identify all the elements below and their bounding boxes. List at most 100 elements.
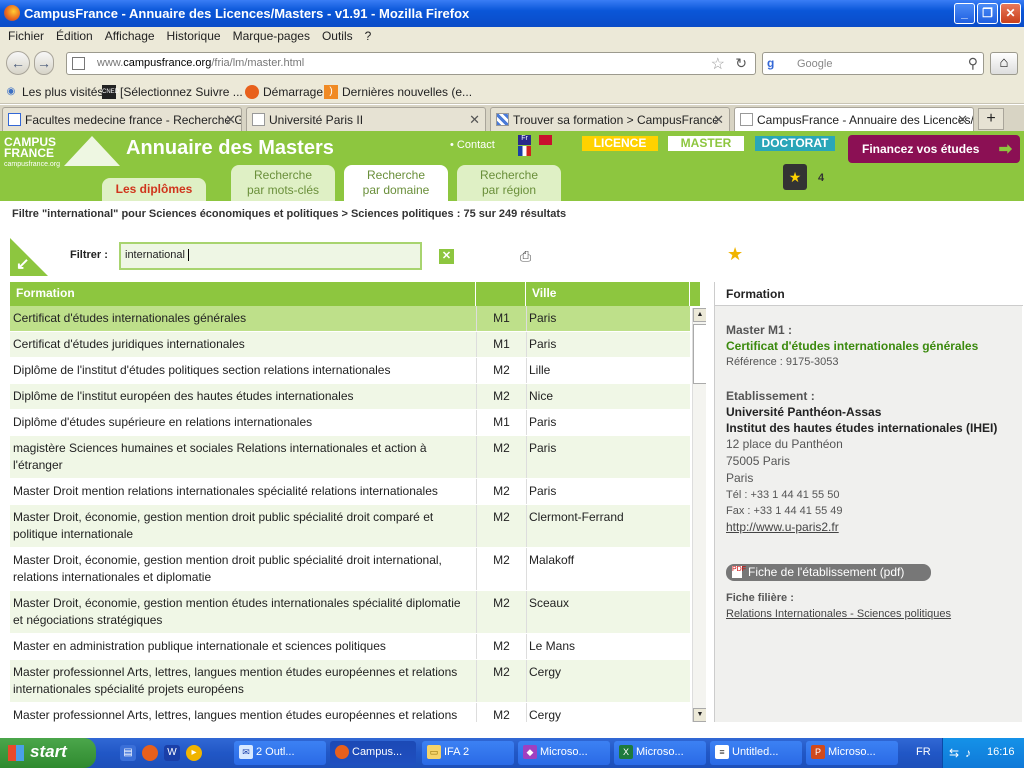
table-row[interactable]: Diplôme de l'institut d'études politique… — [10, 358, 690, 384]
header-formation[interactable]: Formation — [10, 282, 476, 306]
add-favorite-star-icon[interactable]: ★ — [727, 244, 743, 265]
tab-recherche-mots-cles[interactable]: Recherche par mots-clés — [231, 165, 335, 201]
tab-les-diplomes[interactable]: Les diplômes — [102, 178, 206, 201]
bookmark-suivre[interactable]: CNED [Sélectionnez Suivre ... — [102, 85, 243, 99]
task-campusfrance[interactable]: Campus... — [330, 741, 416, 765]
start-button[interactable]: start — [0, 738, 96, 768]
url-bar[interactable]: www.campusfrance.org/fria/lm/master.html… — [66, 52, 756, 75]
google-icon[interactable]: g — [767, 56, 783, 72]
print-icon[interactable]: ⎙ — [520, 248, 538, 264]
task-outlook[interactable]: ✉ 2 Outl... — [234, 741, 326, 765]
bookmark-dernieres-nouvelles[interactable]: ) Dernières nouvelles (e... — [324, 85, 472, 99]
cned-icon: CNED — [102, 85, 119, 99]
page-icon — [252, 113, 265, 126]
table-row[interactable]: Master professionnel Arts, lettres, lang… — [10, 660, 690, 703]
task-microsoft-1[interactable]: ◆ Microso... — [518, 741, 610, 765]
table-row[interactable]: magistère Sciences humaines et sociales … — [10, 436, 690, 479]
show-desktop-icon[interactable]: ▤ — [120, 745, 136, 761]
forward-button[interactable]: → — [34, 51, 54, 75]
menu-help[interactable]: ? — [359, 27, 378, 46]
network-icon[interactable]: ⇆ — [949, 746, 959, 760]
browser-tab-strip: Facultes medecine france - Recherche G..… — [0, 105, 1024, 132]
scroll-up-icon[interactable]: ▲ — [693, 308, 706, 322]
word-quicklaunch-icon[interactable]: W — [164, 745, 180, 761]
table-row[interactable]: Master en administration publique intern… — [10, 634, 690, 660]
detail-reference: Référence : 9175-3053 — [726, 356, 839, 368]
search-bar[interactable]: g Google ⚲ — [762, 52, 984, 75]
scroll-down-icon[interactable]: ▼ — [693, 708, 706, 722]
bookmark-demarrage[interactable]: Démarrage — [245, 85, 323, 99]
close-button[interactable]: ✕ — [1000, 3, 1021, 24]
tab-recherche-google[interactable]: Facultes medecine france - Recherche G..… — [2, 107, 242, 131]
minimize-button[interactable]: _ — [954, 3, 975, 24]
close-tab-icon[interactable]: ✕ — [225, 112, 236, 128]
task-untitled[interactable]: ≡ Untitled... — [710, 741, 802, 765]
header-niveau[interactable] — [476, 282, 526, 306]
new-tab-button[interactable]: + — [978, 108, 1004, 130]
menu-fichier[interactable]: Fichier — [2, 27, 50, 46]
media-quicklaunch-icon[interactable]: ▸ — [186, 745, 202, 761]
tab-recherche-domaine[interactable]: Recherche par domaine — [344, 165, 448, 201]
table-row[interactable]: Master Droit mention relations internati… — [10, 479, 690, 505]
table-row[interactable]: Master Droit, économie, gestion mention … — [10, 505, 690, 548]
licence-button[interactable]: LICENCE — [582, 136, 658, 151]
table-row[interactable]: Diplôme de l'institut européen des haute… — [10, 384, 690, 410]
restore-button[interactable]: ❐ — [977, 3, 998, 24]
close-tab-icon[interactable]: ✕ — [957, 112, 968, 128]
scroll-thumb[interactable] — [693, 324, 706, 384]
bookmark-most-visited[interactable]: ◉ Les plus visités — [4, 85, 104, 99]
header-ville[interactable]: Ville — [526, 282, 690, 306]
tab-universite-paris[interactable]: Université Paris II ✕ — [246, 107, 486, 131]
tab-trouver-formation[interactable]: Trouver sa formation > CampusFrance ✕ — [490, 107, 730, 131]
table-row[interactable]: Master Droit, économie, gestion mention … — [10, 591, 690, 634]
clear-filter-icon[interactable]: ✕ — [439, 249, 454, 264]
microsoft-app-icon: ◆ — [523, 745, 537, 759]
detail-etablissement-block: Etablissement : Université Panthéon-Assa… — [726, 388, 997, 535]
flag-fr-icon[interactable]: Fr — [518, 135, 531, 145]
flag-uk-icon[interactable] — [539, 135, 552, 145]
menu-historique[interactable]: Historique — [161, 27, 227, 46]
task-excel[interactable]: X Microso... — [614, 741, 706, 765]
pdf-icon: PDF — [732, 566, 746, 578]
master-button[interactable]: MASTER — [668, 136, 744, 151]
campusfrance-logo[interactable]: CAMPUS FRANCE campusfrance.org — [4, 136, 120, 170]
doctorat-button[interactable]: DOCTORAT — [755, 136, 835, 151]
volume-icon[interactable]: ♪ — [965, 746, 971, 760]
table-row[interactable]: Certificat d'études juridiques internati… — [10, 332, 690, 358]
collapse-corner-icon[interactable]: ↙ — [10, 238, 48, 276]
close-tab-icon[interactable]: ✕ — [469, 112, 480, 128]
contact-link[interactable]: • Contact — [450, 139, 495, 151]
tab-recherche-region[interactable]: Recherche par région — [457, 165, 561, 201]
back-button[interactable]: ← — [6, 51, 30, 75]
table-row[interactable]: Master professionnel Arts, lettres, lang… — [10, 703, 690, 722]
table-row[interactable]: Diplôme d'études supérieure en relations… — [10, 410, 690, 436]
table-row[interactable]: Certificat d'études internationales géné… — [10, 306, 690, 332]
menu-edition[interactable]: Édition — [50, 27, 99, 46]
table-row[interactable]: Master Droit, économie, gestion mention … — [10, 548, 690, 591]
home-button[interactable]: ⌂ — [990, 52, 1018, 75]
menu-affichage[interactable]: Affichage — [99, 27, 161, 46]
clock[interactable]: 16:16 — [987, 746, 1015, 758]
financez-button[interactable]: Financez vos études ➡ — [848, 135, 1020, 163]
detail-formation-block: Master M1 : Certificat d'études internat… — [726, 322, 978, 370]
close-tab-icon[interactable]: ✕ — [713, 112, 724, 128]
bookmark-star-icon[interactable]: ☆ — [711, 54, 725, 74]
reload-icon[interactable]: ↻ — [735, 55, 747, 72]
table-body: Certificat d'études internationales géné… — [10, 306, 690, 722]
fiche-etablissement-pdf-button[interactable]: PDF Fiche de l'établissement (pdf) — [726, 564, 931, 581]
filter-input[interactable]: international — [119, 242, 422, 270]
tab-annuaire-active[interactable]: CampusFrance - Annuaire des Licences/...… — [734, 107, 974, 132]
menu-outils[interactable]: Outils — [316, 27, 359, 46]
firefox-quicklaunch-icon[interactable] — [142, 745, 158, 761]
detail-website-link[interactable]: http://www.u-paris2.fr — [726, 519, 997, 535]
selection-cart-icon[interactable]: ★ — [783, 164, 807, 190]
task-powerpoint[interactable]: P Microso... — [806, 741, 898, 765]
detail-filiere-link[interactable]: Relations Internationales - Sciences pol… — [726, 606, 951, 622]
menu-marque-pages[interactable]: Marque-pages — [227, 27, 316, 46]
search-icon[interactable]: ⚲ — [968, 55, 978, 72]
google-favicon-icon — [8, 113, 21, 126]
language-indicator[interactable]: FR — [916, 746, 931, 758]
filter-area: ↙ Filtrer : international ✕ ⎙ ★ — [0, 232, 1024, 278]
task-ifa2[interactable]: ▭ IFA 2 — [422, 741, 514, 765]
table-scrollbar[interactable]: ▲ ▼ — [692, 308, 706, 722]
